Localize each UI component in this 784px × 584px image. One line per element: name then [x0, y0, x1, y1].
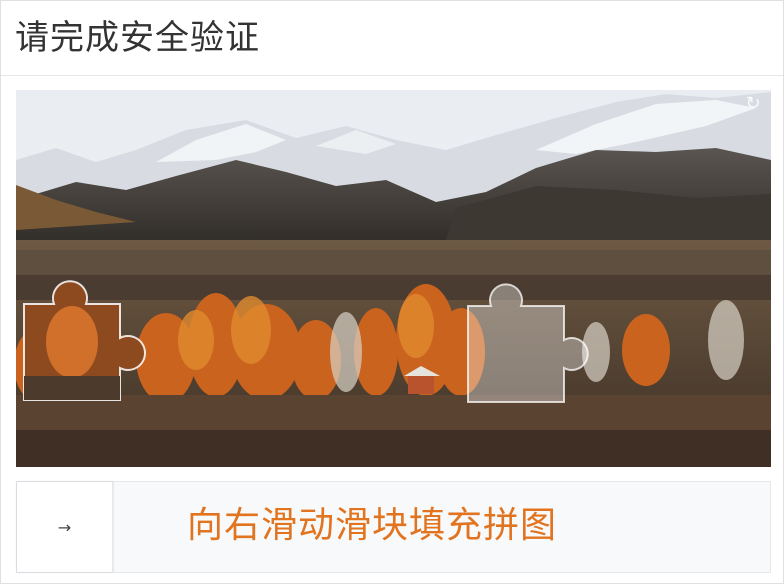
security-verification-dialog: 请完成安全验证 ↻ → 向右滑动滑块填充拼图: [0, 0, 784, 584]
refresh-icon[interactable]: ↻: [743, 94, 763, 114]
slider-track[interactable]: → 向右滑动滑块填充拼图: [16, 481, 771, 573]
captcha-image: ↻: [16, 90, 771, 467]
arrow-right-icon: →: [57, 517, 72, 537]
dialog-title: 请完成安全验证: [15, 18, 260, 58]
slider-handle[interactable]: →: [17, 482, 113, 572]
landscape-scene: [16, 90, 771, 467]
slider-hint: 向右滑动滑块填充拼图: [187, 505, 558, 546]
dialog-header: 请完成安全验证: [1, 1, 783, 76]
